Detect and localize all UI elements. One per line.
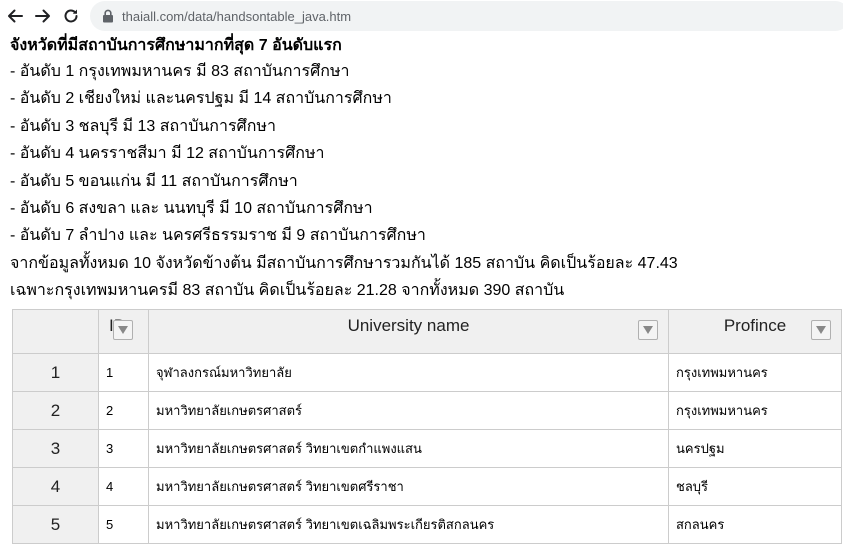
filter-dropdown-button[interactable] xyxy=(638,320,658,340)
row-header[interactable]: 1 xyxy=(12,353,99,392)
triangle-down-icon xyxy=(643,326,653,334)
rank-item: - อันดับ 1 กรุงเทพมหานคร มี 83 สถาบันการ… xyxy=(10,63,350,80)
rank-item: - อันดับ 6 สงขลา และ นนทบุรี มี 10 สถาบั… xyxy=(10,199,373,217)
rank-item: - อันดับ 4 นครราชสีมา มี 12 สถาบันการศึก… xyxy=(10,145,325,163)
column-header-province[interactable]: Profince xyxy=(668,309,842,354)
cell-id[interactable]: 3 xyxy=(98,429,149,468)
cell-id[interactable]: 2 xyxy=(98,391,149,430)
summary-bangkok: เฉพาะกรุงเทพมหานครมี 83 สถาบัน คิดเป็นร้… xyxy=(10,282,565,300)
cell-province[interactable]: กรุงเทพมหานคร xyxy=(668,353,842,392)
page-content: จังหวัดที่มีสถาบันการศึกษามากที่สุด 7 อั… xyxy=(10,34,843,305)
university-grid: ID University name Profince 1 1 xyxy=(12,309,842,544)
rank-item: - อันดับ 2 เชียงใหม่ และนครปฐม มี 14 สถา… xyxy=(10,90,392,108)
table-row[interactable]: 3 3 มหาวิทยาลัยเกษตรศาสตร์ วิทยาเขตกำแพง… xyxy=(12,429,842,468)
rank-item: - อันดับ 3 ชลบุรี มี 13 สถาบันการศึกษา xyxy=(10,117,276,135)
table-row[interactable]: 1 1 จุฬาลงกรณ์มหาวิทยาลัย กรุงเทพมหานคร xyxy=(12,353,842,392)
arrow-left-icon xyxy=(8,9,23,23)
rank-list: - อันดับ 1 กรุงเทพมหานคร มี 83 สถาบันการ… xyxy=(10,58,843,250)
triangle-down-icon xyxy=(816,326,826,334)
filter-dropdown-button[interactable] xyxy=(811,320,831,340)
address-bar[interactable]: thaiall.com/data/handsontable_java.htm xyxy=(90,1,843,31)
page-heading: จังหวัดที่มีสถาบันการศึกษามากที่สุด 7 อั… xyxy=(10,37,342,54)
rank-item: - อันดับ 7 ลำปาง และ นครศรีธรรมราช มี 9 … xyxy=(10,227,426,245)
row-header[interactable]: 3 xyxy=(12,429,99,468)
triangle-down-icon xyxy=(118,326,128,334)
filter-dropdown-button[interactable] xyxy=(113,320,133,340)
cell-province[interactable]: กรุงเทพมหานคร xyxy=(668,391,842,430)
cell-province[interactable]: ชลบุรี xyxy=(668,467,842,506)
rank-item: - อันดับ 5 ขอนแก่น มี 11 สถาบันการศึกษา xyxy=(10,172,298,190)
lock-icon[interactable] xyxy=(102,9,114,23)
arrow-right-icon xyxy=(35,9,50,23)
grid-header-row: ID University name Profince xyxy=(12,309,842,354)
cell-province[interactable]: สกลนคร xyxy=(668,505,842,544)
row-header[interactable]: 5 xyxy=(12,505,99,544)
column-header-id[interactable]: ID xyxy=(98,309,149,354)
reload-icon xyxy=(64,9,78,23)
column-header-label: University name xyxy=(347,316,470,335)
cell-university[interactable]: จุฬาลงกรณ์มหาวิทยาลัย xyxy=(148,353,669,392)
forward-button[interactable] xyxy=(31,4,55,28)
browser-toolbar: thaiall.com/data/handsontable_java.htm xyxy=(0,0,843,32)
corner-header[interactable] xyxy=(12,309,99,354)
cell-id[interactable]: 4 xyxy=(98,467,149,506)
cell-university[interactable]: มหาวิทยาลัยเกษตรศาสตร์ วิทยาเขตศรีราชา xyxy=(148,467,669,506)
table-row[interactable]: 5 5 มหาวิทยาลัยเกษตรศาสตร์ วิทยาเขตเฉลิม… xyxy=(12,505,842,544)
row-header[interactable]: 4 xyxy=(12,467,99,506)
back-button[interactable] xyxy=(3,4,27,28)
row-header[interactable]: 2 xyxy=(12,391,99,430)
cell-university[interactable]: มหาวิทยาลัยเกษตรศาสตร์ วิทยาเขตเฉลิมพระเ… xyxy=(148,505,669,544)
table-row[interactable]: 2 2 มหาวิทยาลัยเกษตรศาสตร์ กรุงเทพมหานคร xyxy=(12,391,842,430)
reload-button[interactable] xyxy=(59,4,83,28)
url-text: thaiall.com/data/handsontable_java.htm xyxy=(122,8,352,24)
cell-university[interactable]: มหาวิทยาลัยเกษตรศาสตร์ วิทยาเขตกำแพงแสน xyxy=(148,429,669,468)
cell-id[interactable]: 5 xyxy=(98,505,149,544)
column-header-university[interactable]: University name xyxy=(148,309,669,354)
summary-total: จากข้อมูลทั้งหมด 10 จังหวัดข้างต้น มีสถา… xyxy=(10,254,678,272)
cell-province[interactable]: นครปฐม xyxy=(668,429,842,468)
cell-id[interactable]: 1 xyxy=(98,353,149,392)
cell-university[interactable]: มหาวิทยาลัยเกษตรศาสตร์ xyxy=(148,391,669,430)
table-row[interactable]: 4 4 มหาวิทยาลัยเกษตรศาสตร์ วิทยาเขตศรีรา… xyxy=(12,467,842,506)
